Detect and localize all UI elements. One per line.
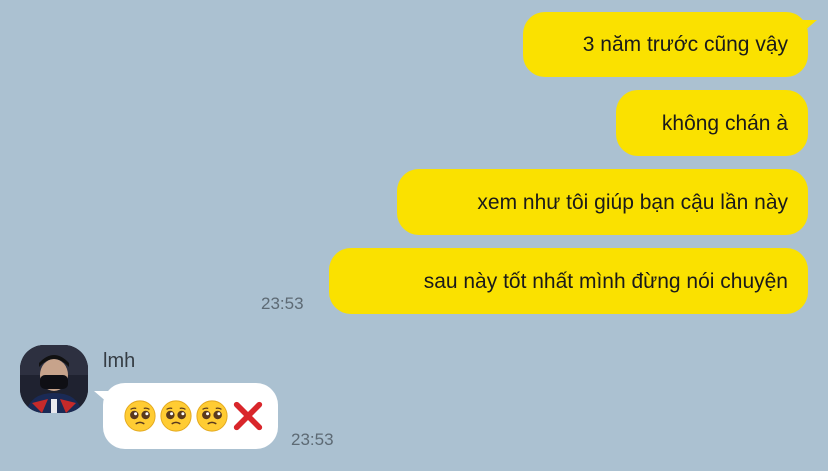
sent-message-bubble[interactable]: không chán à [616,90,808,156]
sent-message-bubble[interactable]: 3 năm trước cũng vậy [523,12,817,77]
message-text: 3 năm trước cũng vậy [582,33,788,56]
avatar[interactable] [20,345,88,413]
emoji-row [123,399,265,433]
sender-name[interactable]: lmh [103,350,135,373]
pleading-face-icon [124,400,156,432]
message-text: xem như tôi giúp bạn cậu lần này [477,190,788,214]
message-text: sau này tốt nhất mình đừng nói chuyện [423,269,788,293]
received-message-bubble[interactable] [94,383,278,449]
sent-message-bubble[interactable]: sau này tốt nhất mình đừng nói chuyện [329,248,808,314]
pleading-face-icon [196,400,228,432]
cross-mark-icon [233,401,263,431]
sent-timestamp: 23:53 [261,294,304,313]
pleading-face-icon [160,400,192,432]
received-timestamp: 23:53 [291,430,334,449]
message-text: không chán à [661,111,788,135]
sent-message-bubble[interactable]: xem như tôi giúp bạn cậu lần này [397,169,808,235]
avatar-image [20,345,88,413]
